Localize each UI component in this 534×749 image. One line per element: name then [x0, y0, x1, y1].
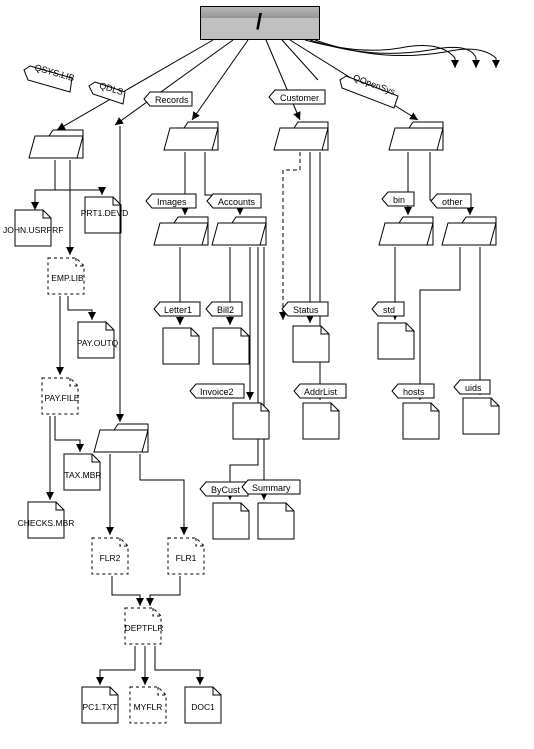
folder-icon: [212, 217, 266, 245]
file-icon-dashed: [42, 378, 78, 414]
file-icon: [78, 322, 114, 358]
file-icon: [15, 210, 51, 246]
file-icon: [85, 197, 121, 233]
folder-icon: [164, 122, 218, 150]
file-icon: [233, 403, 269, 439]
file-icon-dashed: [48, 258, 84, 294]
file-icon-dashed: [130, 687, 166, 723]
folder-icon: [29, 130, 83, 158]
file-icon: [403, 403, 439, 439]
file-icon: [28, 502, 64, 538]
folder-icon: [94, 424, 148, 452]
file-icon: [463, 398, 499, 434]
folder-icon: [274, 122, 328, 150]
file-icon-dashed: [168, 538, 204, 574]
folder-icon: [154, 217, 208, 245]
file-icon: [163, 328, 199, 364]
folder-icon: [442, 217, 496, 245]
folder-icon: [379, 217, 433, 245]
file-icon: [293, 326, 329, 362]
diagram-svg: [0, 0, 534, 749]
file-icon-dashed: [92, 538, 128, 574]
file-icon: [378, 323, 414, 359]
file-icon: [258, 503, 294, 539]
file-icon: [213, 503, 249, 539]
file-icon-dashed: [125, 608, 161, 644]
file-icon: [82, 687, 118, 723]
filesystem-diagram: /: [0, 0, 534, 749]
file-icon: [64, 454, 100, 490]
file-icon: [213, 328, 249, 364]
folder-icon: [389, 122, 443, 150]
file-icon: [303, 403, 339, 439]
file-icon: [185, 687, 221, 723]
